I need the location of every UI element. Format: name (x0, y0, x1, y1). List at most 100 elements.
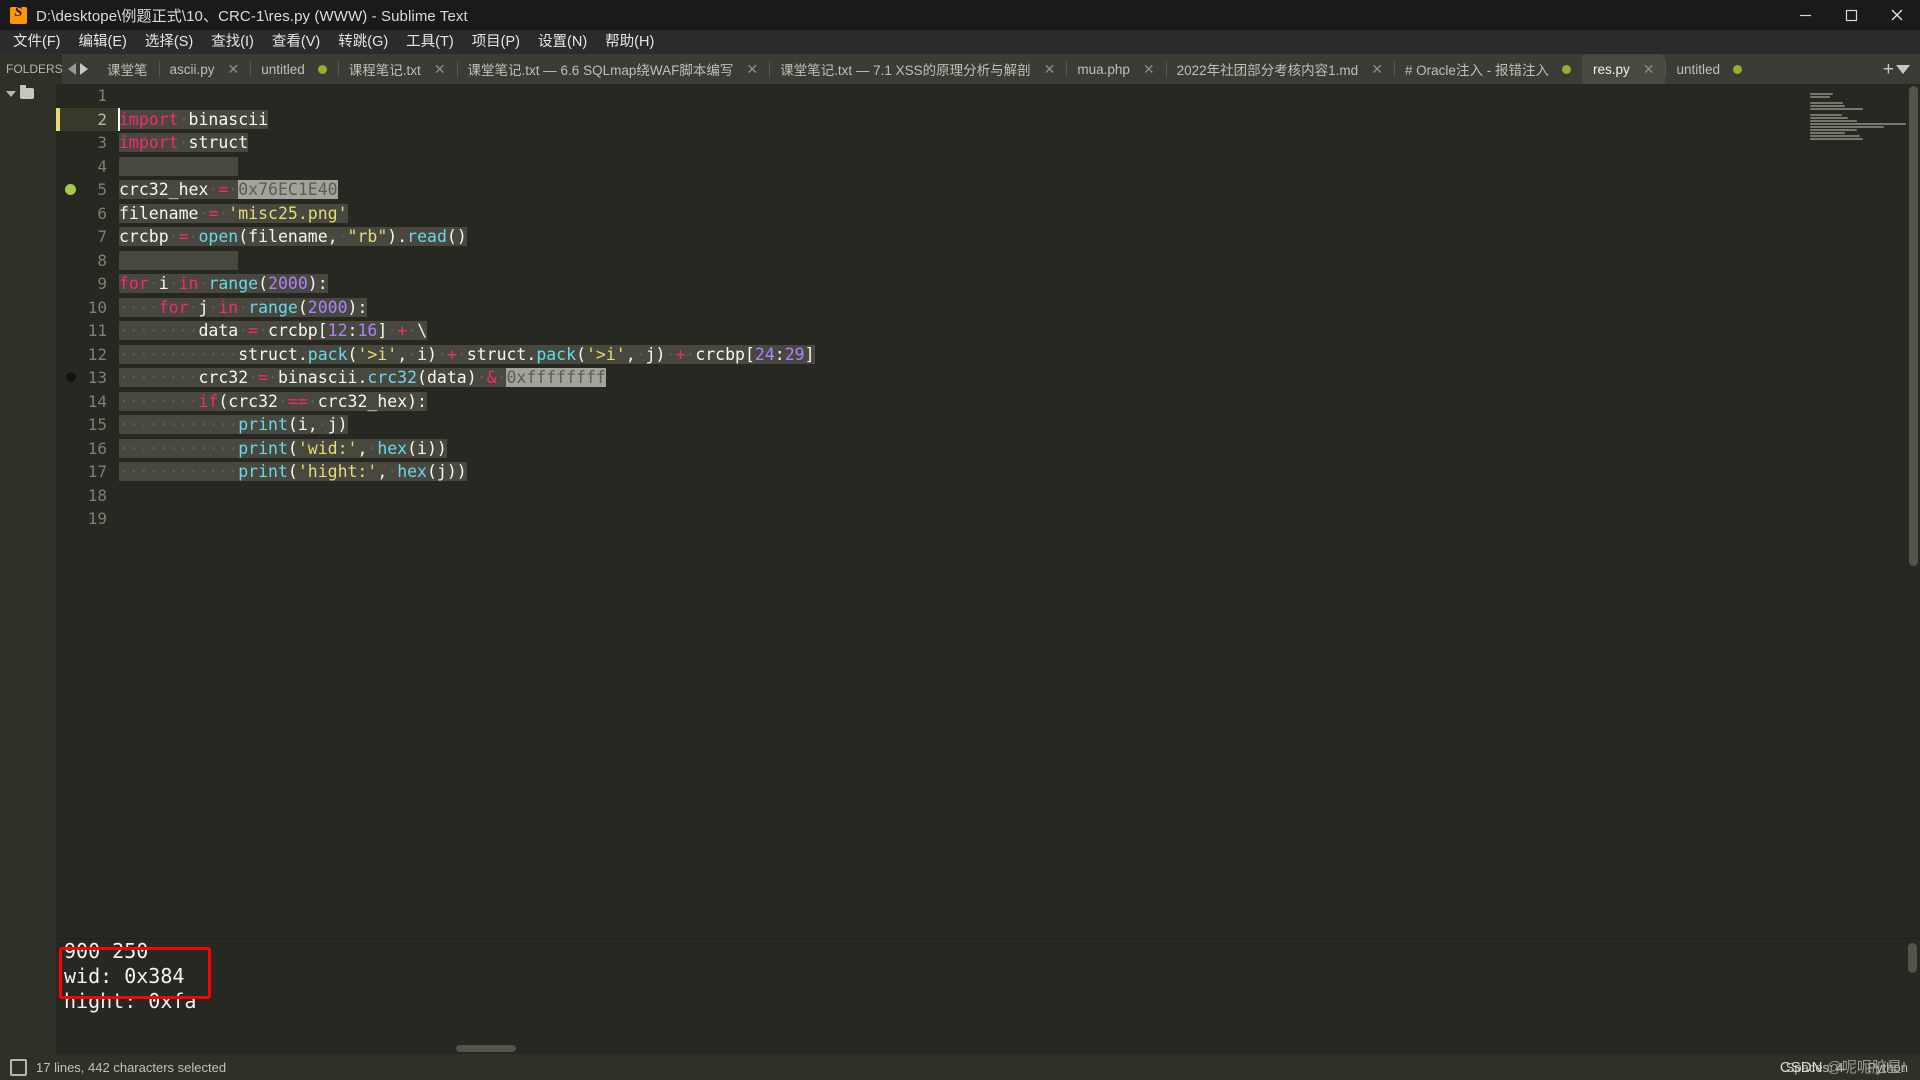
tab-item[interactable]: untitled (250, 54, 338, 84)
menu-item-9[interactable]: 帮助(H) (596, 31, 663, 53)
tab-close-icon[interactable]: ✕ (746, 62, 758, 76)
nav-forward-arrow-icon[interactable] (80, 63, 88, 75)
line-number: 10 (87, 297, 107, 317)
tab-item[interactable]: 课程笔记.txt ✕ (337, 54, 457, 84)
nav-back-arrow-icon[interactable] (68, 63, 76, 75)
code-line[interactable]: ············print('hight:',·hex(j)) (118, 460, 1920, 484)
code-token: · (496, 368, 507, 387)
tab-close-icon[interactable]: ✕ (1643, 62, 1655, 76)
tab-item[interactable]: ascii.py ✕ (158, 54, 251, 84)
code-line[interactable]: ············print('wid:',·hex(i)) (118, 437, 1920, 461)
code-token: ] (377, 321, 388, 340)
code-token: pack (536, 344, 577, 364)
tab-unsaved-dot-icon[interactable] (1733, 64, 1742, 74)
menu-item-7[interactable]: 项目(P) (463, 31, 529, 53)
code-token: '>i' (357, 344, 398, 364)
code-token: ): (347, 297, 368, 317)
code-line[interactable] (118, 84, 1920, 108)
code-line[interactable]: import·binascii (118, 107, 1920, 131)
code-line[interactable]: crcbp·=·open(filename,·"rb").read() (118, 225, 1920, 249)
code-line[interactable]: ····for·j·in·range(2000): (118, 296, 1920, 320)
code-line[interactable] (118, 484, 1920, 508)
tab-label: mua.php (1077, 61, 1130, 77)
menu-item-5[interactable]: 转跳(G) (329, 31, 397, 53)
tab-close-icon[interactable]: ✕ (434, 62, 446, 76)
code-token: ············ (119, 462, 239, 481)
code-line[interactable]: for·i·in·range(2000): (118, 272, 1920, 296)
code-token: · (238, 297, 249, 317)
code-token: , (377, 462, 388, 481)
code-line[interactable] (118, 507, 1920, 531)
line-number: 13 (56, 366, 118, 390)
minimap-line (1810, 120, 1857, 122)
code-token: · (476, 368, 487, 387)
code-lines[interactable]: import·binascii import·struct crc32_hex·=… (118, 84, 1920, 938)
line-number: 12 (87, 344, 107, 364)
tab-item[interactable]: 课堂笔记.txt — 6.6 SQLmap绕WAF脚本编写 ✕ (456, 54, 770, 84)
code-token: · (258, 321, 269, 340)
close-button[interactable] (1874, 0, 1920, 30)
code-line[interactable]: ········data·=·crcbp[12:16]·+·\ (118, 319, 1920, 343)
code-editor[interactable]: 1 2 3 4 5 6 7 8 9 10 11 12 13 14 15 16 17 18 19 import·bin… (56, 84, 1920, 938)
menu-item-6[interactable]: 工具(T) (397, 31, 463, 53)
tab-item[interactable]: untitled (1665, 54, 1753, 84)
tab-item[interactable]: mua.php ✕ (1066, 54, 1166, 84)
minimap-line (1810, 135, 1860, 137)
chevron-down-icon[interactable] (6, 90, 16, 97)
minimize-button[interactable] (1782, 0, 1828, 30)
tab-unsaved-dot-icon[interactable] (1561, 64, 1571, 74)
menu-item-2[interactable]: 选择(S) (136, 31, 202, 53)
code-token: & (486, 368, 497, 387)
tab-close-icon[interactable]: ✕ (228, 62, 240, 76)
new-tab-button[interactable]: + (1883, 60, 1894, 79)
console-horizontal-scrollbar[interactable] (456, 1045, 516, 1052)
line-number: 14 (87, 391, 107, 411)
tab-unsaved-dot-icon[interactable] (317, 64, 327, 74)
tab-item[interactable]: 课堂笔 (96, 54, 159, 84)
build-output-panel[interactable]: 900 250 wid: 0x384 hight: 0xfa (56, 938, 1920, 1054)
menu-item-8[interactable]: 设置(N) (529, 31, 596, 53)
code-token: = (248, 321, 259, 340)
code-line[interactable]: import·struct (118, 131, 1920, 155)
editor-vertical-scrollbar[interactable] (1909, 86, 1918, 566)
menu-item-4[interactable]: 查看(V) (263, 31, 329, 53)
code-token: : (347, 321, 358, 340)
tab-label: 课堂笔 (107, 63, 148, 78)
sidebar-toggle-icon[interactable] (10, 1058, 27, 1076)
bookmark-icon[interactable] (65, 184, 76, 195)
tab-item[interactable]: res.py ✕ (1581, 54, 1666, 84)
tab-item[interactable]: 课堂笔记.txt — 7.1 XSS的原理分析与解剖 ✕ (769, 54, 1067, 84)
tab-label: 课程笔记.txt (348, 63, 421, 78)
minimap[interactable] (1810, 90, 1906, 152)
tab-close-icon[interactable]: ✕ (1143, 62, 1155, 76)
watermark: CSDN @呢呢脏星! (1780, 1056, 1906, 1077)
tab-item[interactable]: # Oracle注入 - 报错注入 (1393, 54, 1582, 84)
tab-item[interactable]: 2022年社团部分考核内容1.md ✕ (1165, 54, 1394, 84)
tab-close-icon[interactable]: ✕ (1044, 62, 1056, 76)
line-number: 3 (97, 133, 107, 152)
menu-item-3[interactable]: 查找(I) (202, 31, 263, 53)
selection-block (119, 156, 239, 176)
menu-item-0[interactable]: 文件(F) (4, 31, 70, 53)
code-line[interactable]: filename·=·'misc25.png' (118, 202, 1920, 226)
breakpoint-icon[interactable] (66, 372, 76, 382)
code-line[interactable]: crc32_hex·=·0x76EC1E40 (118, 178, 1920, 202)
maximize-button[interactable] (1828, 0, 1874, 30)
menu-item-1[interactable]: 编辑(E) (70, 31, 136, 53)
sidebar-folders-panel[interactable] (0, 84, 56, 1054)
folder-tree-root[interactable] (0, 84, 56, 99)
console-vertical-scrollbar[interactable] (1908, 943, 1917, 973)
code-token: 0x76EC1E40 (238, 180, 338, 199)
code-line[interactable]: ············struct.pack('>i',·i)·+·struc… (118, 343, 1920, 367)
code-token: binascii. (277, 368, 368, 387)
code-line[interactable]: ············print(i,·j) (118, 413, 1920, 437)
tab-close-icon[interactable]: ✕ (1371, 62, 1383, 76)
code-token: struct. (466, 344, 537, 364)
code-line[interactable]: ········if(crc32·==·crc32_hex): (118, 390, 1920, 414)
code-line[interactable]: ········crc32·=·binascii.crc32(data)·&·0… (118, 366, 1920, 390)
tab-list-dropdown-icon[interactable] (1896, 64, 1910, 74)
code-line[interactable] (118, 249, 1920, 273)
minimap-line (1810, 93, 1833, 95)
code-line[interactable] (118, 155, 1920, 179)
code-token: · (178, 109, 189, 129)
